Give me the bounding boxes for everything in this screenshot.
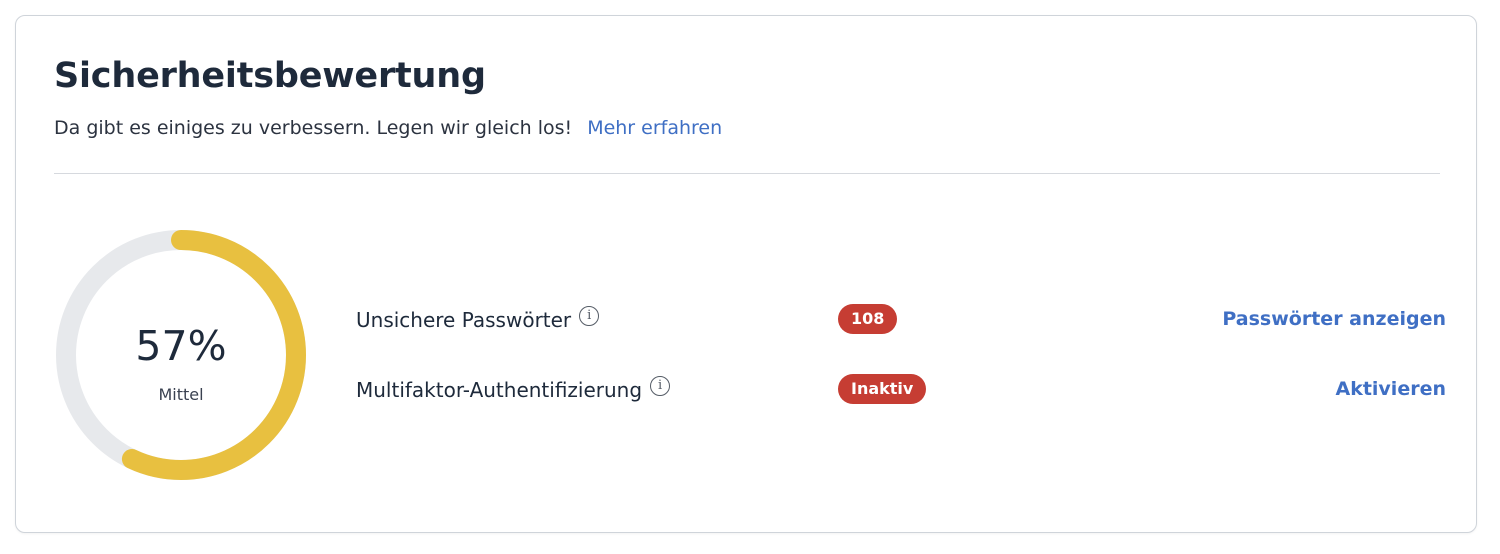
subtitle-text: Da gibt es einiges zu verbessern. Legen … bbox=[54, 117, 573, 139]
score-value: 57% bbox=[135, 322, 227, 370]
unsafe-passwords-count-badge: 108 bbox=[838, 304, 898, 334]
info-icon[interactable]: i bbox=[650, 376, 671, 396]
show-passwords-link[interactable]: Passwörter anzeigen bbox=[1222, 308, 1446, 330]
learn-more-link[interactable]: Mehr erfahren bbox=[587, 117, 722, 139]
mfa-status-badge: Inaktiv bbox=[838, 374, 927, 404]
card-subtitle: Da gibt es einiges zu verbessern. Legen … bbox=[54, 117, 722, 139]
row-label-wrapper: Unsichere Passwörter i bbox=[356, 306, 600, 332]
row-mfa: Multifaktor-Authentifizierung i Inaktiv … bbox=[356, 369, 1446, 409]
mfa-label: Multifaktor-Authentifizierung bbox=[356, 378, 643, 402]
activate-mfa-link[interactable]: Aktivieren bbox=[1335, 378, 1446, 400]
row-unsafe-passwords: Unsichere Passwörter i 108 Passwörter an… bbox=[356, 299, 1446, 339]
info-icon[interactable]: i bbox=[579, 306, 600, 326]
row-label-wrapper: Multifaktor-Authentifizierung i bbox=[356, 376, 671, 402]
divider bbox=[54, 173, 1440, 174]
score-gauge: 57% Mittel bbox=[52, 226, 310, 484]
security-score-card: Sicherheitsbewertung Da gibt es einiges … bbox=[15, 15, 1477, 533]
unsafe-passwords-label: Unsichere Passwörter bbox=[356, 308, 572, 332]
card-title: Sicherheitsbewertung bbox=[54, 56, 486, 96]
score-rating-label: Mittel bbox=[158, 385, 204, 404]
